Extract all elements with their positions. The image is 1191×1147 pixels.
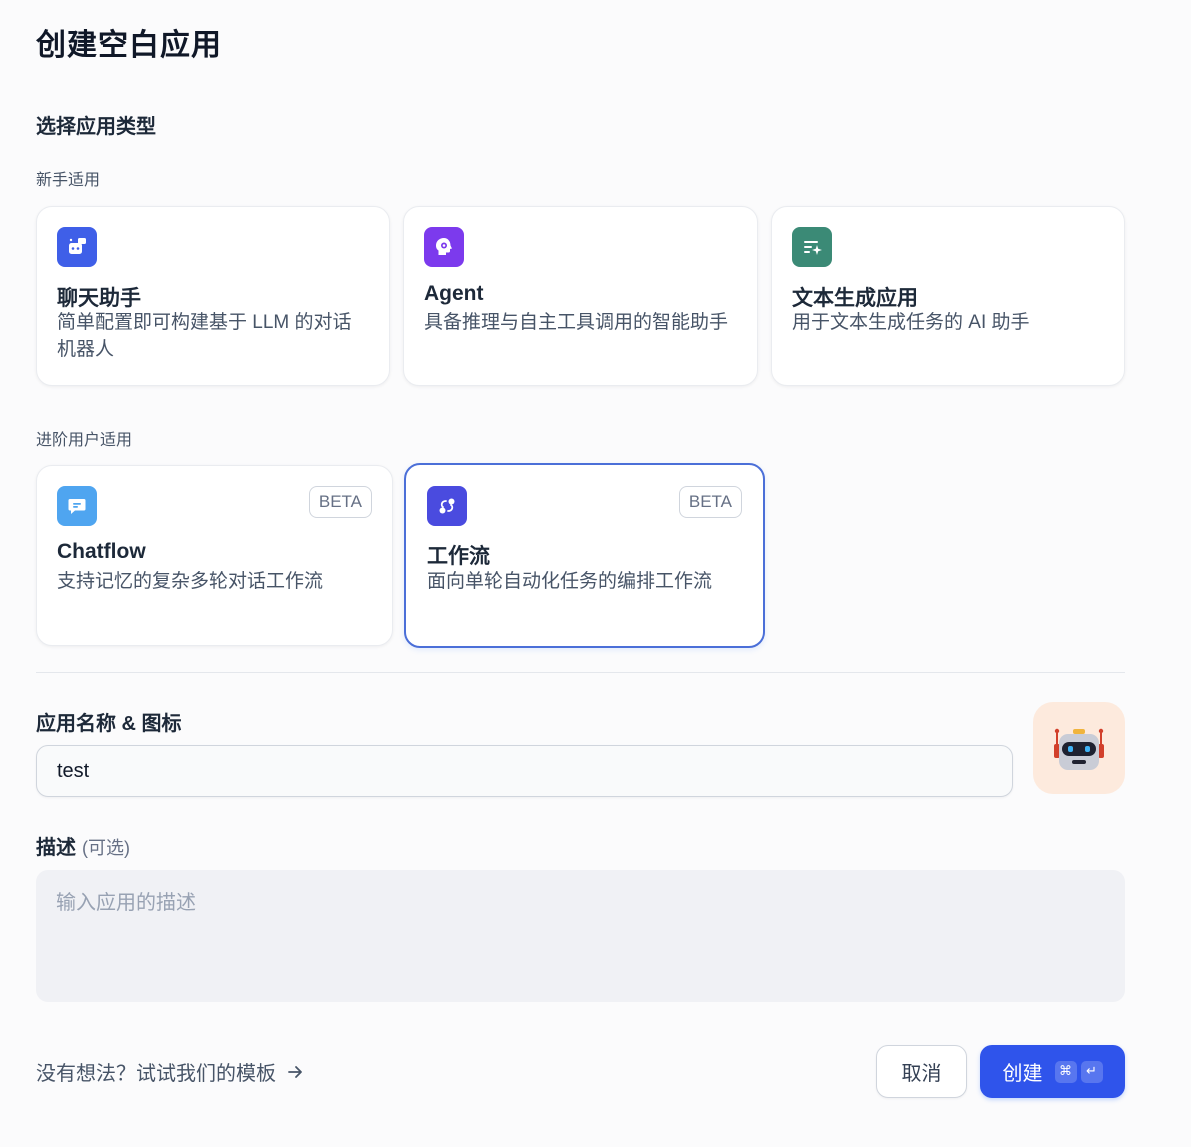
- beta-badge: BETA: [678, 486, 742, 518]
- beta-badge: BETA: [308, 486, 372, 518]
- app-type-card-chat-assistant[interactable]: 聊天助手 简单配置即可构建基于 LLM 的对话机器人: [36, 206, 390, 386]
- cmd-key-icon: ⌘: [1054, 1060, 1077, 1083]
- template-link[interactable]: 没有想法？试试我们的模板: [36, 1057, 304, 1086]
- page-title: 创建空白应用: [36, 29, 222, 62]
- workflow-nodes-icon: [427, 486, 467, 526]
- app-name-value: test: [57, 759, 90, 782]
- app-type-card-chatflow[interactable]: BETA Chatflow 支持记忆的复杂多轮对话工作流: [36, 465, 393, 646]
- chat-bot-icon: [57, 227, 97, 267]
- card-description: 用于文本生成任务的 AI 助手: [792, 312, 1030, 333]
- text-sparkle-icon: [792, 227, 832, 267]
- beginner-group-label: 新手适用: [36, 172, 101, 189]
- app-type-section-title: 选择应用类型: [36, 116, 156, 138]
- optional-hint: (可选): [82, 838, 130, 858]
- agent-brain-icon: [424, 227, 464, 267]
- enter-key-icon: ↵: [1080, 1060, 1103, 1083]
- section-divider: [36, 672, 1125, 673]
- app-name-input[interactable]: test: [36, 745, 1013, 797]
- create-button-label: 创建: [1002, 1063, 1043, 1085]
- description-label: 描述 (可选): [36, 831, 130, 860]
- card-title: Chatflow: [57, 540, 146, 563]
- shortcut-hint: ⌘ ↵: [1054, 1060, 1103, 1083]
- card-title: 工作流: [427, 545, 490, 568]
- create-button[interactable]: 创建 ⌘ ↵: [980, 1045, 1125, 1098]
- app-type-card-agent[interactable]: Agent 具备推理与自主工具调用的智能助手: [403, 206, 758, 386]
- arrow-right-icon: [288, 1065, 302, 1078]
- app-name-label: 应用名称 & 图标: [36, 713, 182, 735]
- description-textarea[interactable]: 输入应用的描述: [36, 870, 1125, 1002]
- robot-emoji-icon: [1054, 728, 1104, 770]
- card-title: 文本生成应用: [792, 287, 918, 310]
- card-title: Agent: [424, 282, 484, 305]
- card-description: 简单配置即可构建基于 LLM 的对话机器人: [57, 312, 352, 360]
- description-placeholder: 输入应用的描述: [56, 892, 196, 914]
- template-link-text: 没有想法？试试我们的模板: [36, 1063, 276, 1085]
- create-app-dialog: 创建空白应用 选择应用类型 新手适用 聊天助手 简单配置即可构建基于 LLM 的…: [0, 0, 1191, 1147]
- card-description: 具备推理与自主工具调用的智能助手: [424, 312, 729, 333]
- app-type-card-text-generator[interactable]: 文本生成应用 用于文本生成任务的 AI 助手: [771, 206, 1125, 386]
- card-description: 面向单轮自动化任务的编排工作流: [427, 571, 713, 592]
- description-label-text: 描述: [36, 837, 76, 859]
- card-title: 聊天助手: [57, 287, 141, 310]
- chat-bubble-icon: [57, 486, 97, 526]
- app-type-card-workflow[interactable]: BETA 工作流 面向单轮自动化任务的编排工作流: [404, 463, 765, 648]
- advanced-group-label: 进阶用户适用: [36, 432, 133, 449]
- app-icon-picker[interactable]: [1033, 702, 1125, 794]
- card-description: 支持记忆的复杂多轮对话工作流: [57, 571, 324, 592]
- cancel-button[interactable]: 取消: [876, 1045, 967, 1098]
